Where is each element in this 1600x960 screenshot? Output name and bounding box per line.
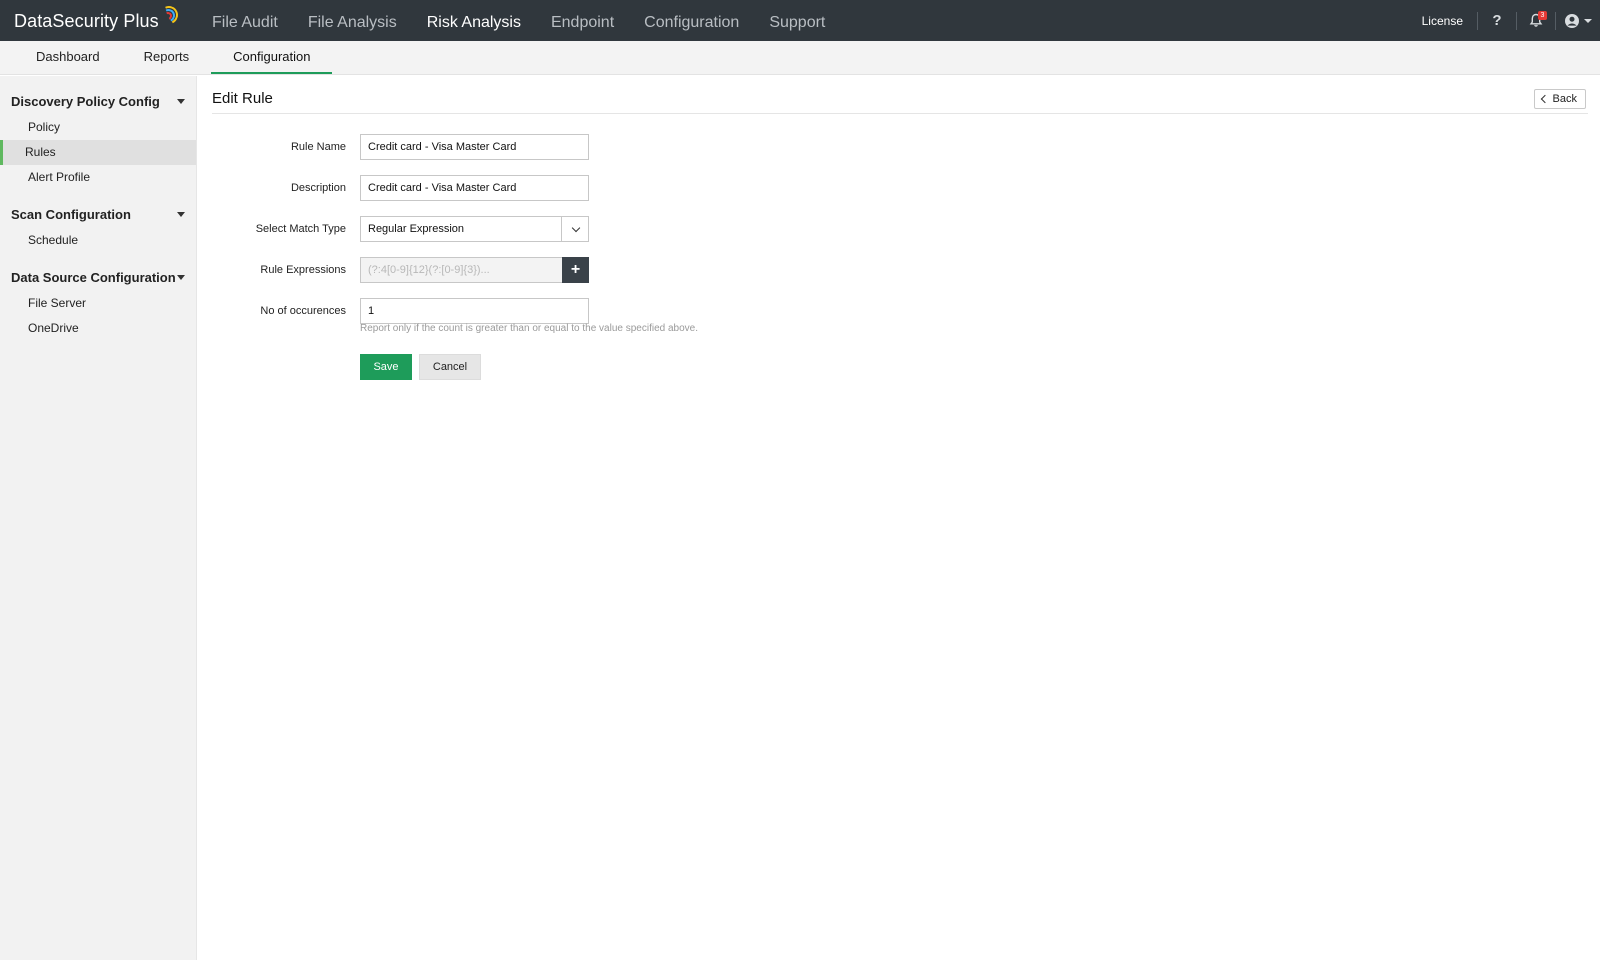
sidebar-item-file-server[interactable]: File Server — [0, 291, 196, 316]
notification-badge: 3 — [1538, 11, 1547, 20]
page-header: Edit Rule Back — [212, 76, 1588, 114]
rule-name-label: Rule Name — [290, 141, 346, 153]
save-button[interactable]: Save — [360, 354, 412, 380]
sidebar-item-policy[interactable]: Policy — [0, 115, 196, 140]
rule-expressions-row: Rule Expressions (?:4[0-9]{12}(?:[0-9]{3… — [212, 257, 812, 283]
back-button[interactable]: Back — [1533, 89, 1586, 109]
sidebar-group-label: Data Source Configuration — [11, 269, 176, 285]
description-input[interactable]: Credit card - Visa Master Card — [360, 175, 589, 201]
sidebar-group-label: Discovery Policy Config — [11, 93, 160, 109]
back-label: Back — [1552, 93, 1577, 105]
sidebar: Discovery Policy Config Policy Rules Ale… — [0, 76, 197, 960]
sidebar-group-discovery-policy-config[interactable]: Discovery Policy Config — [0, 90, 196, 112]
main-content: Edit Rule Back Rule Name Credit card - V… — [212, 76, 1588, 380]
occurrences-input[interactable]: 1 — [360, 298, 589, 324]
brand-swirl-icon — [157, 3, 181, 28]
brand-name: DataSecurity Plus — [14, 10, 159, 31]
chevron-down-icon — [1584, 18, 1592, 23]
description-row: Description Credit card - Visa Master Ca… — [212, 175, 812, 201]
caret-down-icon — [177, 274, 185, 280]
rule-expressions-label: Rule Expressions — [260, 264, 346, 276]
chevron-left-icon — [1540, 94, 1549, 104]
nav-file-analysis[interactable]: File Analysis — [293, 0, 412, 41]
rule-expressions-input[interactable]: (?:4[0-9]{12}(?:[0-9]{3})... — [360, 257, 563, 283]
sidebar-group-scan-configuration[interactable]: Scan Configuration — [0, 203, 196, 225]
nav-support[interactable]: Support — [754, 0, 840, 41]
match-type-dropdown-button[interactable] — [561, 216, 589, 242]
main-nav: File Audit File Analysis Risk Analysis E… — [197, 0, 840, 41]
rule-name-input[interactable]: Credit card - Visa Master Card — [360, 134, 589, 160]
user-icon — [1565, 13, 1579, 28]
occurrences-label: No of occurences — [260, 305, 346, 317]
sidebar-item-schedule[interactable]: Schedule — [0, 228, 196, 253]
brand-logo[interactable]: DataSecurity Plus — [14, 3, 181, 33]
help-icon: ? — [1492, 12, 1502, 29]
chevron-down-icon — [571, 223, 580, 232]
add-expression-button[interactable]: + — [562, 257, 589, 283]
sidebar-item-alert-profile[interactable]: Alert Profile — [0, 165, 196, 190]
nav-configuration[interactable]: Configuration — [629, 0, 754, 41]
top-navigation-bar: DataSecurity Plus File Audit File Analys… — [0, 0, 1600, 41]
tab-reports[interactable]: Reports — [122, 41, 212, 74]
occurrences-hint: Report only if the count is greater than… — [360, 323, 698, 334]
sidebar-group-label: Scan Configuration — [11, 206, 131, 222]
sidebar-group-data-source-configuration[interactable]: Data Source Configuration — [0, 266, 196, 288]
sidebar-item-onedrive[interactable]: OneDrive — [0, 316, 196, 341]
tab-configuration[interactable]: Configuration — [211, 41, 333, 74]
match-type-row: Select Match Type Regular Expression — [212, 216, 812, 242]
match-type-label: Select Match Type — [255, 223, 346, 235]
match-type-value: Regular Expression — [368, 223, 464, 235]
tab-dashboard[interactable]: Dashboard — [0, 41, 122, 74]
sidebar-item-rules[interactable]: Rules — [0, 140, 196, 165]
license-link[interactable]: License — [1408, 14, 1477, 28]
match-type-select[interactable]: Regular Expression — [360, 216, 589, 242]
nav-file-audit[interactable]: File Audit — [197, 0, 293, 41]
notifications-button[interactable]: 3 — [1517, 0, 1555, 41]
occurrences-row: No of occurences 1 — [212, 298, 812, 324]
help-button[interactable]: ? — [1478, 0, 1516, 41]
cancel-button[interactable]: Cancel — [419, 354, 481, 380]
user-menu-button[interactable] — [1556, 0, 1600, 41]
top-right-tools: License ? 3 — [1408, 0, 1600, 41]
caret-down-icon — [177, 211, 185, 217]
description-label: Description — [290, 182, 346, 194]
sub-navigation: Dashboard Reports Configuration — [0, 41, 1600, 75]
plus-icon: + — [570, 261, 581, 278]
nav-risk-analysis[interactable]: Risk Analysis — [412, 0, 536, 41]
nav-endpoint[interactable]: Endpoint — [536, 0, 629, 41]
page-title: Edit Rule — [212, 90, 273, 107]
rule-name-row: Rule Name Credit card - Visa Master Card — [212, 134, 812, 160]
caret-down-icon — [177, 98, 185, 104]
